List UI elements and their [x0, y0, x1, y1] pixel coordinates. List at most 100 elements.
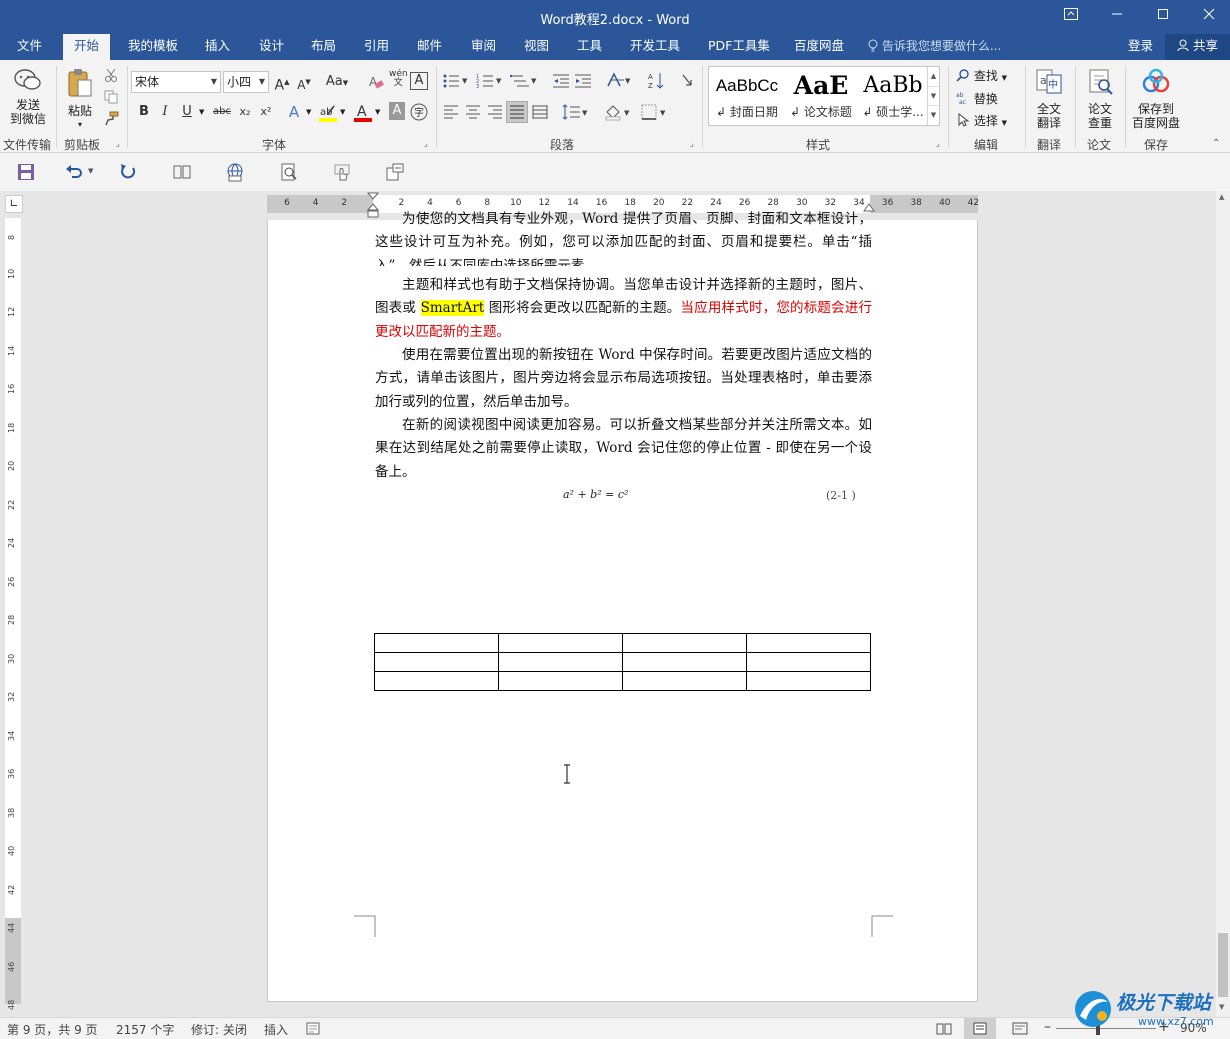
paste-button[interactable]: 粘贴 ▾ [62, 68, 98, 132]
touch-mode-icon[interactable] [332, 162, 352, 182]
font-color-dropdown[interactable]: ▼ [375, 108, 380, 116]
italic-button[interactable]: I [155, 102, 175, 122]
tab-layout[interactable]: 布局 [300, 34, 347, 60]
copy-icon[interactable] [104, 90, 118, 104]
read-mode-icon[interactable] [172, 162, 192, 182]
login-link[interactable]: 登录 [1128, 34, 1153, 60]
table-cell[interactable] [374, 652, 499, 672]
print-preview-icon[interactable] [279, 162, 299, 182]
underline-button[interactable]: U [177, 102, 197, 122]
table-cell[interactable] [374, 633, 499, 653]
replace-button[interactable]: ab ac 替换 [956, 90, 998, 107]
insert-mode-status[interactable]: 插入 [264, 1021, 288, 1038]
tell-me-search[interactable]: 告诉我您想要做什么... [868, 34, 1001, 60]
tab-selector[interactable]: ∟ [5, 195, 23, 213]
undo-icon[interactable] [64, 162, 84, 182]
numbering-icon[interactable]: 123▼ [476, 73, 504, 89]
macro-record-icon[interactable] [306, 1022, 320, 1035]
page-count[interactable]: 第 9 页，共 9 页 [7, 1021, 98, 1038]
subscript-button[interactable]: x₂ [235, 102, 255, 122]
multilevel-list-icon[interactable]: ▼ [510, 73, 538, 89]
underline-dropdown[interactable]: ▼ [199, 108, 204, 116]
font-size-combo[interactable]: 小四 ▼ [223, 71, 269, 93]
vertical-ruler[interactable]: 8 10 12 14 16 18 20 22 24 26 28 30 32 34 36 38 40 42 44 46 4… [5, 218, 21, 1010]
highlight-dropdown[interactable]: ▼ [340, 108, 345, 116]
tab-my-templates[interactable]: 我的模板 [117, 34, 189, 60]
tab-review[interactable]: 审阅 [460, 34, 507, 60]
ribbon-display-options-button[interactable] [1048, 0, 1094, 34]
shading-icon[interactable]: ▼ [604, 103, 632, 121]
save-icon[interactable] [16, 162, 36, 182]
document-table[interactable] [374, 633, 871, 691]
text-effects-button[interactable]: A [284, 102, 304, 122]
tab-design[interactable]: 设计 [248, 34, 295, 60]
web-layout-icon[interactable] [225, 162, 245, 182]
table-cell[interactable] [498, 652, 623, 672]
track-changes-status[interactable]: 修订: 关闭 [191, 1021, 247, 1038]
font-color-button[interactable]: A [353, 102, 373, 124]
print-layout-view-button[interactable] [964, 1018, 996, 1039]
word-count[interactable]: 2157 个字 [116, 1021, 174, 1038]
share-button[interactable]: 共享 [1165, 34, 1230, 60]
line-spacing-icon[interactable]: ▼ [562, 103, 590, 121]
show-formatting-marks-icon[interactable] [680, 72, 694, 90]
sort-icon[interactable]: AZ [648, 71, 666, 91]
read-mode-view-icon[interactable] [936, 1022, 952, 1035]
enclose-characters-icon[interactable]: 字 [410, 103, 428, 121]
select-button[interactable]: 选择 ▼ [956, 112, 1007, 129]
styles-scroll-down[interactable]: ▼ [928, 86, 939, 105]
strikethrough-button[interactable]: abc [210, 102, 234, 122]
vertical-scrollbar[interactable]: ▲ ▼ [1216, 191, 1230, 1017]
increase-indent-icon[interactable] [574, 73, 592, 89]
tab-developer[interactable]: 开发工具 [619, 34, 691, 60]
format-painter-icon[interactable] [104, 111, 119, 126]
clear-formatting-icon[interactable]: A [368, 74, 384, 90]
style-paper-title[interactable]: AaE ↲ 论文标题 [785, 67, 857, 125]
tab-mailings[interactable]: 邮件 [406, 34, 453, 60]
clipboard-launcher-icon[interactable]: ⌟ [116, 139, 120, 148]
paragraph-launcher-icon[interactable]: ⌟ [690, 139, 694, 148]
document-page[interactable]: 为使您的文档具有专业外观，Word 提供了页眉、页脚、封面和文本框设计，这些设计… [267, 211, 978, 1002]
scroll-up-arrow[interactable]: ▲ [1219, 193, 1224, 201]
tab-baidu-netdisk[interactable]: 百度网盘 [783, 34, 855, 60]
character-border-button[interactable]: A [410, 72, 428, 90]
collapse-ribbon-icon[interactable]: ⌃ [1212, 138, 1220, 149]
bullets-icon[interactable]: ▼ [442, 73, 470, 89]
font-name-combo[interactable]: 宋体 ▼ [131, 71, 221, 93]
tab-pdf-tools[interactable]: PDF工具集 [697, 34, 781, 60]
full-text-translate-button[interactable]: a中 全文 翻译 [1030, 68, 1068, 130]
align-left-icon[interactable] [443, 105, 459, 119]
zoom-out-button[interactable]: – [1044, 1019, 1051, 1035]
table-cell[interactable] [622, 633, 747, 653]
font-launcher-icon[interactable]: ⌟ [424, 139, 428, 148]
redo-icon[interactable] [118, 162, 138, 182]
style-master-thesis[interactable]: AaBb ↲ 硕士学... [857, 67, 929, 125]
tab-references[interactable]: 引用 [353, 34, 400, 60]
align-right-icon[interactable] [487, 105, 503, 119]
minimize-button[interactable] [1094, 0, 1140, 34]
superscript-button[interactable]: x² [256, 102, 276, 122]
table-cell[interactable] [622, 652, 747, 672]
justify-button[interactable] [506, 101, 528, 123]
styles-launcher-icon[interactable]: ⌟ [936, 139, 940, 148]
decrease-indent-icon[interactable] [552, 73, 570, 89]
tab-insert[interactable]: 插入 [194, 34, 241, 60]
distributed-icon[interactable] [532, 105, 548, 119]
tab-view[interactable]: 视图 [513, 34, 560, 60]
find-button[interactable]: 查找 ▼ [956, 67, 1007, 84]
borders-icon[interactable]: ▼ [640, 103, 668, 121]
tab-tools[interactable]: 工具 [566, 34, 613, 60]
paper-check-button[interactable]: 论文 查重 [1082, 68, 1118, 130]
style-cover-date[interactable]: AaBbCc ↲ 封面日期 [711, 67, 783, 125]
styles-more[interactable]: ▼ [928, 105, 939, 124]
maximize-button[interactable] [1140, 0, 1186, 34]
change-case-button[interactable]: Aa▼ [322, 72, 352, 92]
send-to-wechat-button[interactable]: 发送 到微信 [5, 68, 51, 126]
table-cell[interactable] [374, 671, 499, 691]
highlight-button[interactable]: ab [318, 102, 338, 124]
table-cell[interactable] [746, 633, 871, 653]
close-button[interactable] [1186, 0, 1230, 34]
save-to-baidu-button[interactable]: 保存到 百度网盘 [1130, 68, 1182, 130]
shrink-font-button[interactable]: A▼ [294, 72, 314, 92]
table-cell[interactable] [498, 671, 623, 691]
